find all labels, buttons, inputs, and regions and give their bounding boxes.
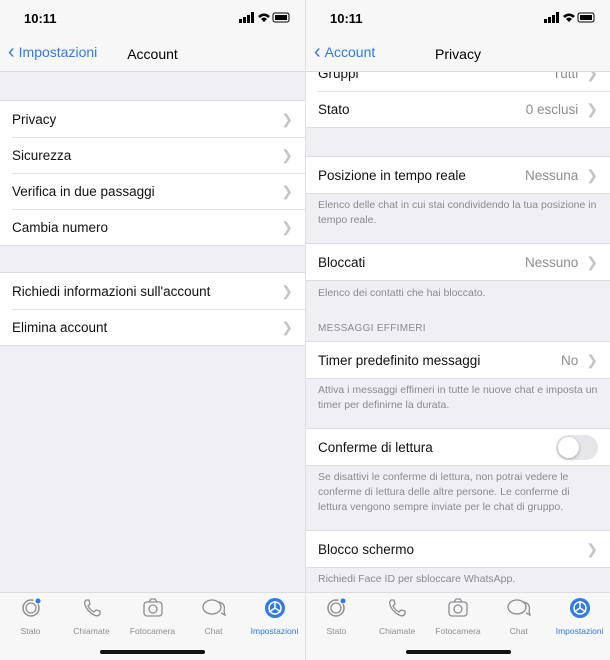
tab-label: Chat: [204, 626, 223, 636]
tab-label: Fotocamera: [129, 626, 176, 636]
account-group-2: Richiedi informazioni sull'account ❯ Elim…: [0, 272, 305, 346]
row-label: Sicurezza: [12, 147, 72, 163]
home-indicator: [100, 650, 205, 654]
chat-icon: [201, 597, 227, 624]
status-icons: [239, 12, 291, 23]
richiedi-info-row[interactable]: Richiedi informazioni sull'account ❯: [0, 273, 305, 309]
cambia-numero-row[interactable]: Cambia numero ❯: [0, 209, 305, 245]
bloccati-group: Bloccati Nessuno ❯: [306, 243, 610, 281]
row-value: 0 esclusi: [525, 101, 579, 117]
chevron-right-icon: ❯: [586, 540, 598, 557]
nav-bar: ‹ Impostazioni Account: [0, 36, 305, 72]
status-icons: [544, 12, 596, 23]
status-icon: [20, 597, 42, 624]
tab-label: Stato: [326, 626, 347, 636]
gear-icon: [264, 597, 286, 624]
bloccati-footer: Elenco dei contatti che hai bloccato.: [318, 287, 486, 299]
row-value: Nessuno: [524, 254, 579, 270]
chat-icon: [506, 597, 532, 624]
page-title: Privacy: [435, 46, 481, 62]
tab-impostazioni[interactable]: Impostazioni: [550, 597, 610, 660]
account-group-1: Privacy ❯ Sicurezza ❯ Verifica in due pass…: [0, 100, 305, 246]
row-label: Richiedi informazioni sull'account: [12, 283, 211, 299]
chevron-right-icon: ❯: [281, 282, 293, 299]
status-icon: [325, 597, 347, 624]
account-screen: 10:11 ‹ Impostazioni Account Privacy ❯ Sic…: [0, 0, 305, 660]
conferme-group: Conferme di lettura: [306, 428, 610, 466]
chevron-right-icon: ❯: [281, 110, 293, 127]
row-label: Elimina account: [12, 319, 108, 335]
stato-row[interactable]: Stato 0 esclusi ❯: [306, 91, 610, 127]
tab-label: Chiamate: [378, 626, 416, 636]
status-bar: 10:11: [0, 0, 305, 36]
clock: 10:11: [330, 11, 363, 26]
tab-label: Stato: [20, 626, 41, 636]
row-label: Privacy: [12, 111, 57, 127]
row-label: Stato: [318, 101, 350, 117]
chevron-right-icon: ❯: [586, 166, 598, 183]
chevron-right-icon: ❯: [281, 182, 293, 199]
tab-label: Chat: [509, 626, 528, 636]
section-header: MESSAGGI EFFIMERI: [318, 323, 426, 334]
conferme-footer: Se disattivi le conferme di lettura, non…: [318, 471, 570, 513]
chevron-right-icon: ❯: [586, 100, 598, 117]
privacy-screen: 10:11 ‹ Account Privacy Gruppi Tutti ❯ Stat…: [305, 0, 610, 660]
nav-bar: ‹ Account Privacy: [306, 36, 610, 72]
privacy-row[interactable]: Privacy ❯: [0, 101, 305, 137]
chevron-right-icon: ❯: [281, 318, 293, 335]
row-label: Posizione in tempo reale: [318, 167, 466, 183]
row-label: Cambia numero: [12, 219, 109, 235]
tab-label: Impostazioni: [250, 626, 299, 636]
row-label: Verifica in due passaggi: [12, 183, 155, 199]
phone-icon: [81, 597, 103, 624]
row-value: Nessuna: [524, 167, 579, 183]
chevron-right-icon: ❯: [586, 351, 598, 368]
sicurezza-row[interactable]: Sicurezza ❯: [0, 137, 305, 173]
camera-icon: [142, 597, 164, 624]
tab-impostazioni[interactable]: Impostazioni: [245, 597, 305, 660]
tab-label: Chiamate: [73, 626, 110, 636]
read-receipts-toggle[interactable]: [556, 434, 598, 460]
clock: 10:11: [24, 11, 57, 26]
tab-stato[interactable]: Stato: [1, 597, 61, 660]
blocco-footer: Richiedi Face ID per sbloccare WhatsApp.: [318, 573, 516, 585]
posizione-footer: Elenco delle chat in cui stai condividen…: [318, 199, 597, 226]
camera-icon: [447, 597, 469, 624]
gear-icon: [569, 597, 591, 624]
verifica-row[interactable]: Verifica in due passaggi ❯: [0, 173, 305, 209]
tab-stato[interactable]: Stato: [306, 597, 366, 660]
row-label: Conferme di lettura: [318, 439, 433, 455]
blocco-schermo-row[interactable]: Blocco schermo ❯: [306, 531, 610, 567]
row-value: No: [561, 352, 579, 368]
home-indicator: [406, 650, 511, 654]
tab-label: Fotocamera: [435, 626, 481, 636]
conferme-row: Conferme di lettura: [306, 429, 610, 465]
timer-group: Timer predefinito messaggi No ❯: [306, 341, 610, 379]
elimina-account-row[interactable]: Elimina account ❯: [0, 309, 305, 345]
row-label: Bloccati: [318, 254, 366, 270]
bloccati-row[interactable]: Bloccati Nessuno ❯: [306, 244, 610, 280]
row-label: Blocco schermo: [318, 541, 415, 557]
posizione-group: Posizione in tempo reale Nessuna ❯: [306, 156, 610, 194]
timer-row[interactable]: Timer predefinito messaggi No ❯: [306, 342, 610, 378]
chevron-right-icon: ❯: [281, 146, 293, 163]
page-title: Account: [127, 46, 178, 62]
posizione-row[interactable]: Posizione in tempo reale Nessuna ❯: [306, 157, 610, 193]
phone-icon: [386, 597, 408, 624]
chevron-right-icon: ❯: [281, 218, 293, 235]
tab-label: Impostazioni: [555, 626, 604, 636]
timer-footer: Attiva i messaggi effimeri in tutte le n…: [318, 384, 598, 411]
chevron-right-icon: ❯: [586, 253, 598, 270]
blocco-group: Blocco schermo ❯: [306, 530, 610, 568]
row-label: Timer predefinito messaggi: [318, 352, 481, 368]
status-bar: 10:11: [306, 0, 610, 36]
